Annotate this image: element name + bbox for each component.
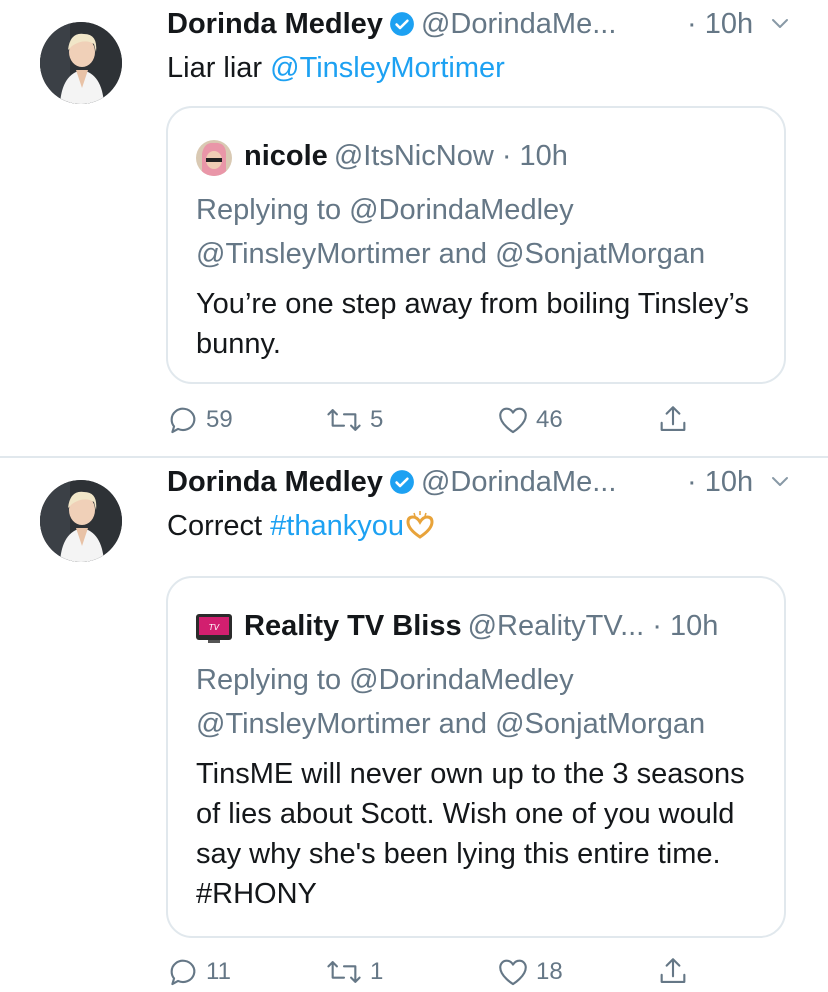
share-button[interactable] bbox=[656, 952, 690, 992]
hashtag-link[interactable]: #thankyou bbox=[270, 510, 404, 542]
avatar[interactable] bbox=[40, 22, 122, 104]
heart-hands-emoji-icon bbox=[406, 511, 434, 539]
tweet-text-plain: Liar liar bbox=[167, 52, 271, 84]
quoted-tweet[interactable]: TV Reality TV Bliss @RealityTV... · 10h R… bbox=[166, 576, 786, 938]
retweet-icon bbox=[327, 409, 361, 431]
retweet-count: 1 bbox=[370, 958, 384, 985]
chevron-down-icon[interactable] bbox=[768, 462, 792, 502]
chevron-down-icon[interactable] bbox=[768, 4, 792, 44]
quote-header: Reality TV Bliss @RealityTV... · 10h bbox=[244, 606, 718, 646]
replying-mention[interactable]: @SonjatMorgan bbox=[495, 708, 705, 740]
quote-avatar[interactable] bbox=[196, 140, 232, 176]
quote-author-name[interactable]: Reality TV Bliss bbox=[244, 610, 462, 642]
like-button[interactable]: 46 bbox=[496, 400, 563, 440]
reply-icon bbox=[170, 959, 196, 986]
svg-text:TV: TV bbox=[209, 623, 220, 632]
verified-badge-icon bbox=[390, 12, 414, 36]
reply-button[interactable]: 11 bbox=[166, 952, 231, 992]
replying-mention[interactable]: @TinsleyMortimer bbox=[196, 708, 431, 740]
replying-label: Replying to bbox=[196, 194, 350, 226]
retweet-button[interactable]: 5 bbox=[324, 400, 383, 440]
quoted-tweet[interactable]: nicole @ItsNicNow · 10h Replying to @Dori… bbox=[166, 106, 786, 384]
retweet-button[interactable]: 1 bbox=[324, 952, 383, 992]
quote-avatar[interactable]: TV bbox=[196, 610, 232, 646]
like-icon bbox=[499, 407, 527, 434]
avatar[interactable] bbox=[40, 480, 122, 562]
retweet-count: 5 bbox=[370, 406, 384, 433]
tweet-header: Dorinda Medley @DorindaMe... · 10h bbox=[167, 4, 798, 44]
reply-count: 59 bbox=[206, 406, 233, 433]
like-count: 18 bbox=[536, 958, 563, 985]
replying-label: Replying to bbox=[196, 664, 350, 696]
replying-and: and bbox=[430, 708, 496, 740]
like-button[interactable]: 18 bbox=[496, 952, 563, 992]
tweet-text: Correct #thankyou bbox=[167, 506, 436, 546]
author-handle[interactable]: @DorindaMe... bbox=[421, 8, 616, 40]
quote-author-handle[interactable]: @ItsNicNow · 10h bbox=[334, 140, 568, 172]
tweet-header: Dorinda Medley @DorindaMe... · 10h bbox=[167, 462, 798, 502]
replying-mention[interactable]: @DorindaMedley bbox=[349, 194, 573, 226]
tweet[interactable]: Dorinda Medley @DorindaMe... · 10h Correc… bbox=[0, 458, 828, 989]
tweet-actions: 11 1 18 bbox=[166, 952, 706, 992]
replying-mention[interactable]: @DorindaMedley bbox=[349, 664, 573, 696]
replying-and: and bbox=[430, 238, 496, 270]
mention-link[interactable]: @TinsleyMortimer bbox=[270, 52, 505, 84]
tweet-text: Liar liar @TinsleyMortimer bbox=[167, 48, 505, 88]
like-icon bbox=[499, 959, 527, 986]
verified-badge-icon bbox=[390, 470, 414, 494]
replying-mention[interactable]: @SonjatMorgan bbox=[495, 238, 705, 270]
share-icon bbox=[660, 406, 686, 431]
reply-count: 11 bbox=[206, 958, 231, 985]
author-name[interactable]: Dorinda Medley bbox=[167, 8, 383, 40]
quote-author-handle[interactable]: @RealityTV... · 10h bbox=[468, 610, 719, 642]
retweet-icon bbox=[327, 961, 361, 983]
quote-author-name[interactable]: nicole bbox=[244, 140, 328, 172]
tweet-actions: 59 5 46 bbox=[166, 400, 706, 440]
replying-to: Replying to @DorindaMedley @TinsleyMortim… bbox=[196, 658, 776, 746]
like-count: 46 bbox=[536, 406, 563, 433]
author-handle[interactable]: @DorindaMe... bbox=[421, 466, 616, 498]
reply-button[interactable]: 59 bbox=[166, 400, 233, 440]
quote-text: You’re one step away from boiling Tinsle… bbox=[196, 288, 749, 360]
timestamp[interactable]: · 10h bbox=[687, 462, 753, 502]
quote-header: nicole @ItsNicNow · 10h bbox=[244, 136, 568, 176]
tweet-text-plain: Correct bbox=[167, 510, 271, 542]
replying-to: Replying to @DorindaMedley @TinsleyMortim… bbox=[196, 188, 776, 276]
share-button[interactable] bbox=[656, 400, 690, 440]
timestamp[interactable]: · 10h bbox=[687, 4, 753, 44]
reply-icon bbox=[170, 407, 196, 434]
replying-mention[interactable]: @TinsleyMortimer bbox=[196, 238, 431, 270]
quote-text: TinsME will never own up to the 3 season… bbox=[196, 758, 745, 910]
share-icon bbox=[660, 958, 686, 983]
author-name[interactable]: Dorinda Medley bbox=[167, 466, 383, 498]
tweet[interactable]: Dorinda Medley @DorindaMe... · 10h Liar l… bbox=[0, 0, 828, 457]
